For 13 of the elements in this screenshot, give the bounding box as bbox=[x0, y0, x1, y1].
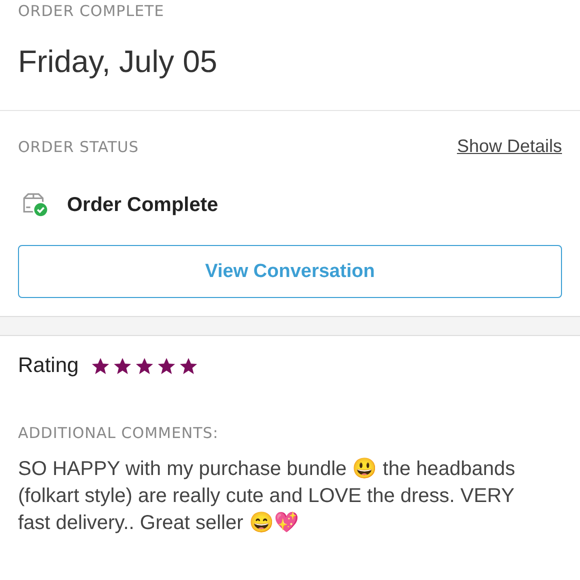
show-details-link[interactable]: Show Details bbox=[456, 136, 562, 157]
star-icon bbox=[112, 356, 132, 376]
order-date: Friday, July 05 bbox=[18, 44, 218, 80]
rating-label: Rating bbox=[18, 354, 79, 378]
section-label: ADDITIONAL COMMENTS: bbox=[18, 424, 218, 442]
comment-text: SO HAPPY with my purchase bundle 😃 the headbands (folkart style) are really cute and LOVE the dress. VERY fast delivery.. Great seller 😄💖 bbox=[18, 456, 516, 536]
star-icon bbox=[156, 356, 176, 376]
section-label: ORDER STATUS bbox=[18, 138, 139, 156]
star-icon bbox=[90, 356, 110, 376]
star-icon bbox=[178, 356, 198, 376]
section-label: ORDER COMPLETE bbox=[18, 2, 164, 20]
order-status: Order Complete bbox=[67, 194, 218, 217]
star-icon bbox=[134, 356, 154, 376]
